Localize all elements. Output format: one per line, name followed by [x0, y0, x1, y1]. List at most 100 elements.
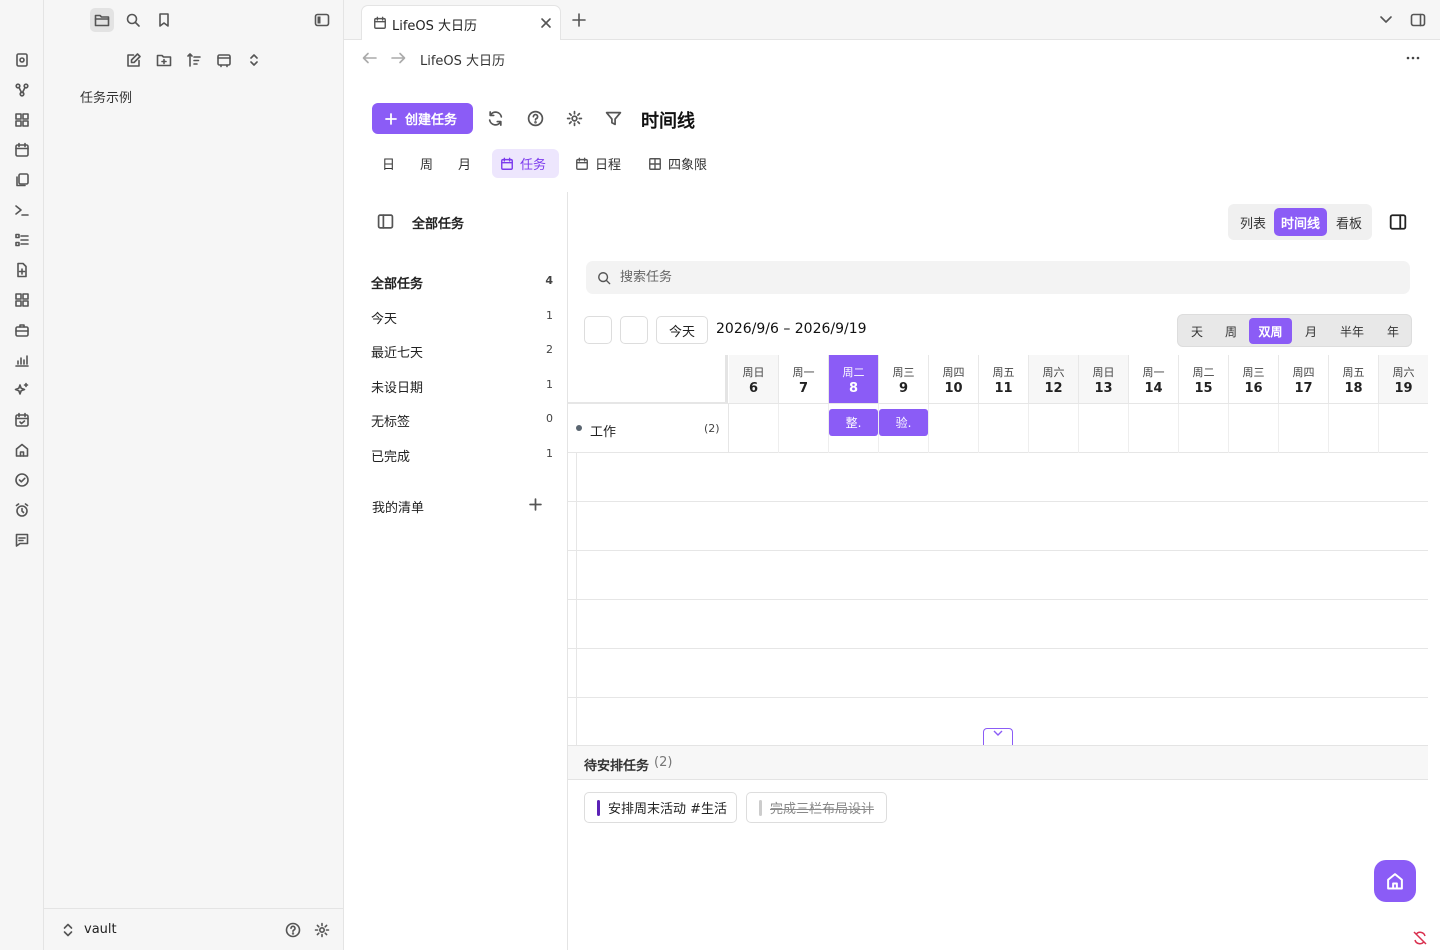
settings-button[interactable] [310, 918, 334, 942]
page-search-icon[interactable] [14, 52, 30, 68]
new-folder-button[interactable] [152, 48, 176, 72]
today-button[interactable]: 今天 [656, 316, 708, 344]
scale-week[interactable]: 周 [1216, 318, 1246, 344]
day-header: 周一 14 [1129, 355, 1179, 403]
vault-switcher[interactable]: vault [44, 908, 343, 950]
day-cell[interactable] [929, 404, 979, 453]
tab-week-label: 周 [420, 158, 434, 173]
home-fab-button[interactable] [1374, 860, 1416, 902]
help-button[interactable] [281, 918, 305, 942]
scale-day[interactable]: 天 [1182, 318, 1212, 344]
filter-all-tasks[interactable]: 全部任务 4 [371, 273, 553, 293]
task-bar[interactable]: 验. [879, 409, 928, 436]
forward-arrow-icon[interactable] [390, 51, 406, 65]
close-icon[interactable] [540, 17, 552, 29]
day-cell[interactable] [979, 404, 1029, 453]
tab-quadrant[interactable]: 四象限 [640, 149, 715, 178]
sort-button[interactable] [182, 48, 206, 72]
create-task-button[interactable]: 创建任务 [372, 103, 473, 134]
file-plus-icon[interactable] [14, 262, 30, 278]
search-input[interactable] [620, 261, 1390, 294]
sidebar-toggle-icon[interactable] [377, 213, 394, 230]
sync-error-icon[interactable] [1412, 930, 1428, 946]
scale-month[interactable]: 月 [1296, 318, 1326, 344]
scale-two-weeks[interactable]: 双周 [1249, 318, 1292, 344]
unscheduled-task-chip[interactable]: 完成三栏布局设计 [746, 792, 887, 823]
weekday-label: 周二 [1192, 366, 1215, 379]
day-cell[interactable] [1329, 404, 1379, 453]
alarm-icon[interactable] [14, 502, 30, 518]
new-tab-icon[interactable] [572, 13, 586, 27]
tab-lifeos-calendar[interactable]: LifeOS 大日历 [361, 5, 561, 40]
tab-day[interactable]: 日 [374, 149, 403, 178]
back-arrow-icon[interactable] [362, 51, 378, 65]
briefcase-icon[interactable] [14, 322, 30, 338]
tab-month[interactable]: 月 [450, 149, 479, 178]
day-cell[interactable] [1179, 404, 1229, 453]
chart-icon[interactable] [14, 352, 30, 368]
refresh-icon[interactable] [487, 110, 504, 127]
tab-tasks[interactable]: 任务 [492, 149, 559, 178]
filter-completed[interactable]: 已完成 1 [371, 446, 553, 466]
gear-icon[interactable] [566, 110, 583, 127]
collapse-handle[interactable] [983, 728, 1013, 745]
day-header: 周二 15 [1179, 355, 1229, 403]
view-header-title: LifeOS 大日历 [420, 54, 506, 69]
day-cell[interactable] [1229, 404, 1279, 453]
add-list-icon[interactable] [529, 498, 542, 511]
prev-range-button[interactable] [584, 316, 612, 344]
collapse-sidebar-button[interactable] [310, 8, 334, 32]
files-tab-button[interactable] [90, 8, 114, 32]
graph-icon[interactable] [14, 82, 30, 98]
search-tab-button[interactable] [121, 8, 145, 32]
day-number: 19 [1394, 381, 1413, 396]
sidebar-right-icon[interactable] [1410, 12, 1426, 28]
day-cell[interactable] [779, 404, 829, 453]
next-range-button[interactable] [620, 316, 648, 344]
help-icon[interactable] [527, 110, 544, 127]
filter-last-seven-days[interactable]: 最近七天 2 [371, 342, 553, 362]
filter-today[interactable]: 今天 1 [371, 308, 553, 328]
templates-icon[interactable] [14, 172, 30, 188]
filter-no-tag[interactable]: 无标签 0 [371, 411, 553, 431]
tab-schedule[interactable]: 日程 [567, 149, 629, 178]
chevron-down-icon[interactable] [1379, 14, 1393, 26]
task-color-stripe [597, 799, 600, 816]
scale-year[interactable]: 年 [1378, 318, 1408, 344]
day-cell[interactable] [729, 404, 779, 453]
new-note-button[interactable] [122, 48, 146, 72]
calendar-icon[interactable] [14, 142, 30, 158]
chevron-down-icon [993, 730, 1003, 736]
sparkles-icon[interactable] [14, 382, 30, 398]
day-cell[interactable] [1129, 404, 1179, 453]
day-cell[interactable] [1379, 404, 1428, 453]
bookmarks-tab-button[interactable] [152, 8, 176, 32]
message-icon[interactable] [14, 532, 30, 548]
day-cell[interactable] [1029, 404, 1079, 453]
toggle-panel-icon[interactable] [1389, 213, 1407, 231]
filter-no-date[interactable]: 未设日期 1 [371, 377, 553, 397]
grid-icon[interactable] [14, 292, 30, 308]
filter-icon[interactable] [605, 110, 622, 127]
day-cell[interactable] [1079, 404, 1129, 453]
task-bar[interactable]: 整. [829, 409, 878, 436]
expand-collapse-button[interactable] [242, 48, 266, 72]
unscheduled-task-chip[interactable]: 安排周末活动 #生活 [584, 792, 737, 823]
mode-timeline[interactable]: 时间线 [1274, 208, 1327, 236]
mode-list[interactable]: 列表 [1233, 208, 1273, 236]
mode-kanban[interactable]: 看板 [1329, 208, 1369, 236]
more-options-icon[interactable] [1406, 54, 1420, 62]
scale-half-year[interactable]: 半年 [1330, 318, 1374, 344]
terminal-icon[interactable] [14, 202, 30, 218]
tab-week[interactable]: 周 [412, 149, 441, 178]
list-checks-icon[interactable] [14, 232, 30, 248]
file-item[interactable]: 任务示例 [80, 87, 132, 106]
group-name[interactable]: 工作 [590, 421, 616, 440]
canvas-icon[interactable] [14, 112, 30, 128]
day-cell[interactable] [1279, 404, 1329, 453]
home-icon[interactable] [14, 442, 30, 458]
auto-reveal-button[interactable] [212, 48, 236, 72]
calendar-icon [501, 157, 513, 170]
check-circle-icon[interactable] [14, 472, 30, 488]
calendar-check-icon[interactable] [14, 412, 30, 428]
